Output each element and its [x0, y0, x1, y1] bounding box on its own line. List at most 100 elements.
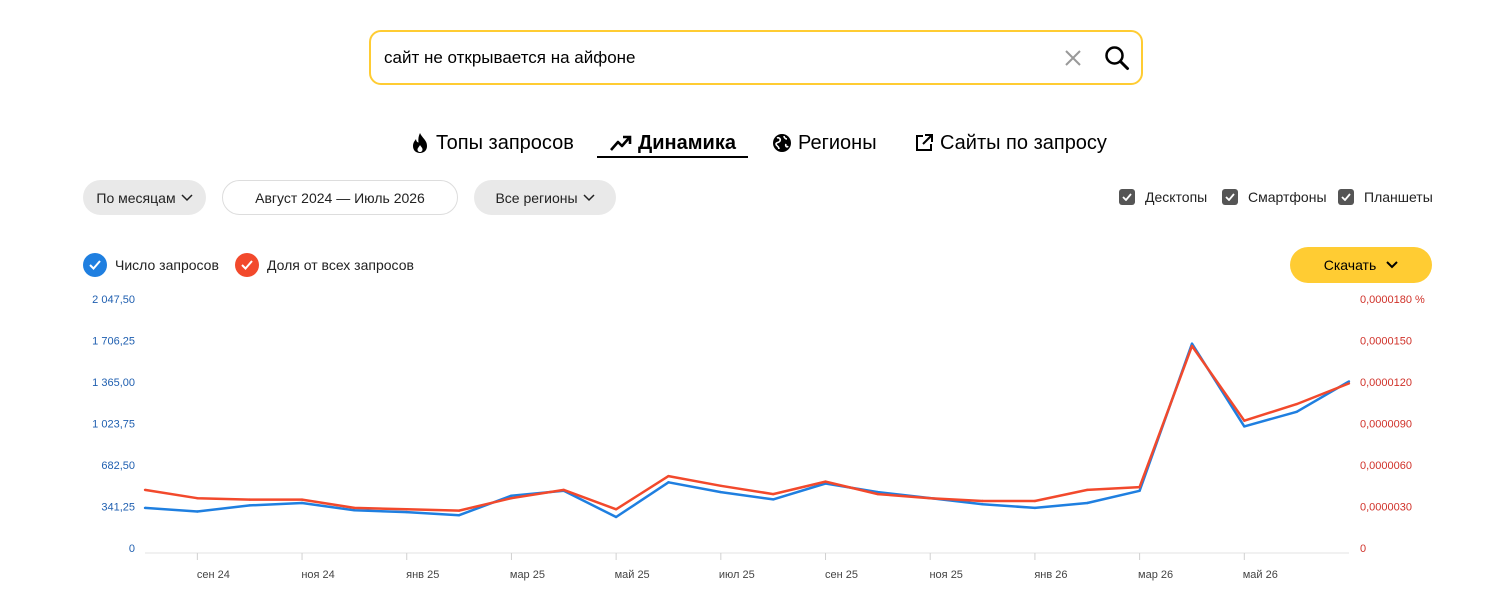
x-tick-label: янв 25 — [406, 569, 439, 581]
data-point — [405, 510, 408, 514]
data-point — [1347, 382, 1351, 385]
tabs-bar: Топы запросов Динамика Регионы Сайты по … — [0, 128, 1487, 162]
data-point — [562, 488, 565, 492]
data-point — [1347, 380, 1351, 383]
globe-icon — [773, 134, 791, 152]
data-point — [772, 492, 775, 496]
y-left-tick-label: 682,50 — [101, 460, 135, 472]
data-point — [614, 515, 618, 519]
close-icon[interactable] — [1063, 48, 1083, 68]
data-point — [929, 497, 932, 500]
y-left-tick-label: 1 706,25 — [92, 336, 135, 348]
checkbox-checked-icon — [1119, 189, 1135, 205]
checkbox-label: Планшеты — [1364, 189, 1433, 205]
region-dropdown[interactable]: Все регионы — [474, 180, 616, 215]
tab-sites[interactable]: Сайты по запросу — [914, 128, 1107, 158]
data-point — [457, 509, 461, 512]
data-point — [981, 499, 984, 503]
series-line — [144, 344, 1350, 512]
date-range-label: Август 2024 — Июль 2026 — [255, 189, 425, 206]
tab-label: Регионы — [798, 131, 877, 154]
line-chart: 0 341,25 682,50 1 023,75 1 365,00 1 706,25 2 0… — [92, 294, 1425, 581]
check-icon — [83, 253, 107, 277]
data-point — [1190, 344, 1194, 348]
search-input[interactable]: сайт не открывается на айфоне — [384, 48, 636, 68]
x-tick-label: мар 26 — [1138, 569, 1173, 581]
data-point — [1138, 489, 1141, 492]
chevron-down-icon — [181, 193, 193, 201]
x-tick-label: ноя 24 — [301, 569, 334, 581]
period-group-label: По месяцам — [96, 189, 176, 206]
legend-label: Доля от всех запросов — [267, 257, 414, 273]
data-point — [196, 497, 199, 500]
check-icon — [235, 253, 259, 277]
y-left-tick-label: 341,25 — [101, 502, 135, 514]
data-point — [457, 514, 461, 517]
checkbox-checked-icon — [1338, 189, 1354, 205]
y-left-tick-label: 1 023,75 — [92, 419, 135, 431]
date-range-picker[interactable]: Август 2024 — Июль 2026 — [222, 180, 458, 215]
chevron-down-icon — [1386, 261, 1398, 269]
y-right-tick-label: 0 — [1360, 543, 1366, 555]
data-point — [1086, 488, 1089, 492]
checkbox-smartphones[interactable]: Смартфоны — [1222, 188, 1327, 206]
tab-label: Сайты по запросу — [940, 131, 1107, 154]
period-group-dropdown[interactable]: По месяцам — [83, 180, 206, 215]
download-button[interactable]: Скачать — [1290, 247, 1432, 283]
legend-item-count[interactable]: Число запросов — [83, 253, 219, 277]
x-tick-label: сен 25 — [825, 569, 858, 581]
data-point — [667, 474, 670, 478]
region-label: Все регионы — [495, 189, 578, 206]
data-point — [1190, 342, 1194, 345]
data-point — [248, 504, 251, 507]
data-point — [1033, 499, 1037, 503]
data-point — [405, 508, 408, 511]
data-point — [562, 489, 565, 492]
data-point — [353, 506, 356, 510]
data-point — [719, 490, 722, 494]
data-point — [1086, 501, 1089, 505]
trend-arrow-icon — [610, 135, 632, 151]
flame-icon — [413, 133, 427, 153]
external-link-icon — [916, 134, 933, 151]
data-point — [143, 488, 147, 492]
x-tick-label: сен 24 — [197, 569, 230, 581]
y-left-tick-label: 0 — [129, 543, 135, 555]
legend-item-share[interactable]: Доля от всех запросов — [235, 253, 414, 277]
tab-top-queries[interactable]: Топы запросов — [410, 128, 574, 158]
checkbox-desktops[interactable]: Десктопы — [1119, 188, 1207, 206]
data-point — [876, 492, 880, 496]
data-point — [876, 490, 880, 494]
tab-dynamics[interactable]: Динамика — [610, 128, 736, 158]
y-right-tick-label: 0,0000030 — [1360, 502, 1412, 514]
data-point — [300, 498, 304, 501]
checkbox-tablets[interactable]: Планшеты — [1338, 188, 1433, 206]
checkbox-label: Десктопы — [1145, 189, 1208, 205]
tab-regions[interactable]: Регионы — [772, 128, 877, 158]
data-point — [510, 497, 513, 500]
x-tick-label: май 26 — [1243, 569, 1278, 581]
y-right-tick-label: 0,0000090 — [1360, 419, 1412, 431]
data-point — [1138, 485, 1141, 489]
data-point — [981, 503, 984, 506]
data-point — [1243, 425, 1246, 428]
data-point — [929, 496, 932, 500]
checkbox-checked-icon — [1222, 189, 1238, 205]
data-point — [300, 501, 304, 505]
data-point — [1295, 402, 1298, 406]
data-point — [143, 506, 147, 510]
y-left-tick-label: 2 047,50 — [92, 294, 135, 306]
x-tick-label: мар 25 — [510, 569, 545, 581]
y-right-tick-label: 0,0000060 — [1360, 460, 1412, 472]
x-tick-label: июл 25 — [719, 569, 755, 581]
checkbox-label: Смартфоны — [1248, 189, 1327, 205]
data-point — [772, 498, 775, 501]
search-icon[interactable] — [1104, 45, 1130, 71]
search-box[interactable]: сайт не открывается на айфоне — [369, 30, 1143, 85]
data-point — [824, 480, 827, 483]
active-tab-underline — [597, 156, 748, 158]
legend-label: Число запросов — [115, 257, 219, 273]
data-point — [1295, 410, 1298, 413]
data-point — [196, 510, 199, 513]
data-point — [353, 509, 356, 512]
